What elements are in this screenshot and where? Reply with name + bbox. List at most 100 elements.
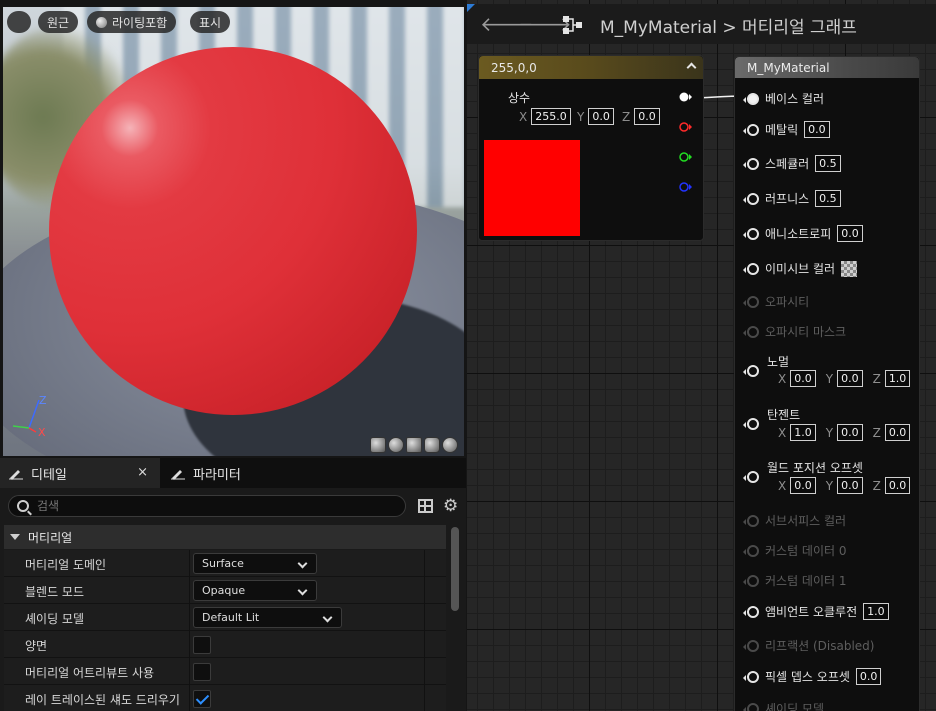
tab-parameters[interactable]: 파라미터	[162, 458, 342, 488]
breadcrumb-asset[interactable]: M_MyMaterial	[600, 18, 717, 38]
z-value[interactable]: 0.0	[634, 108, 660, 125]
material-domain-dropdown[interactable]: Surface	[193, 553, 317, 574]
viewport-menu-button[interactable]	[7, 11, 31, 33]
pin-opacity-mask: 오파시티 마스크	[743, 323, 846, 340]
pin-value[interactable]: 1.0	[863, 603, 889, 620]
cube-icon[interactable]	[424, 437, 440, 453]
pin-base-color[interactable]: 베이스 컬러	[743, 90, 824, 107]
pin-roughness[interactable]: 러프니스 0.5	[743, 190, 841, 207]
input-pin-icon[interactable]	[743, 123, 759, 136]
chevron-down-icon	[322, 612, 333, 623]
two-sided-checkbox[interactable]	[193, 636, 211, 654]
table-view-icon[interactable]	[418, 499, 433, 513]
z-value[interactable]: 0.0	[884, 424, 911, 441]
y-value[interactable]: 0.0	[837, 424, 863, 441]
constant3vector-node[interactable]: 255,0,0 상수 X 255.0 Y 0.0 Z 0.0	[478, 55, 704, 241]
z-field[interactable]: Z 0.0	[622, 108, 660, 125]
collapse-caret-icon[interactable]	[686, 62, 697, 73]
pin-value[interactable]: 0.5	[815, 155, 841, 172]
input-pin-icon[interactable]	[743, 471, 759, 483]
pin-pixel-depth-offset[interactable]: 픽셀 뎁스 오프셋 0.0	[743, 668, 882, 685]
pin-metallic[interactable]: 메탈릭 0.0	[743, 121, 830, 138]
y-value[interactable]: 0.0	[588, 108, 614, 125]
pin-anisotropy[interactable]: 애니소트로피 0.0	[743, 225, 863, 242]
input-pin-icon[interactable]	[743, 227, 759, 240]
details-search[interactable]	[8, 495, 406, 517]
pin-value[interactable]: 0.0	[837, 225, 863, 242]
pin-value[interactable]: 0.5	[815, 190, 841, 207]
pin-specular[interactable]: 스페큘러 0.5	[743, 155, 841, 172]
pin-ambient-occlusion[interactable]: 앰비언트 오클루전 1.0	[743, 603, 889, 620]
pin-tangent[interactable]	[743, 418, 759, 430]
node-header[interactable]: 255,0,0	[479, 56, 703, 79]
collapse-arrow-icon	[10, 534, 20, 540]
x-label: X	[778, 478, 787, 493]
pin-label: 애니소트로피	[765, 227, 832, 241]
input-pin-icon	[743, 702, 759, 711]
input-pin-icon[interactable]	[743, 365, 759, 377]
input-pin-icon[interactable]	[743, 157, 759, 170]
input-pin-icon[interactable]	[743, 605, 759, 618]
input-pin-icon[interactable]	[743, 670, 759, 683]
z-value[interactable]: 0.0	[884, 477, 911, 494]
checker-icon[interactable]	[841, 260, 858, 277]
node-title: M_MyMaterial	[747, 60, 830, 75]
preview-shape-bar	[370, 437, 458, 453]
property-label: 양면	[25, 639, 48, 653]
plane-icon[interactable]	[406, 437, 422, 453]
y-value[interactable]: 0.0	[837, 477, 863, 494]
shading-model-dropdown[interactable]: Default Lit	[193, 607, 342, 628]
preview-viewport[interactable]: 원근 라이팅포함 표시 Z X	[3, 7, 464, 456]
output-pin-r[interactable]	[679, 122, 692, 132]
input-pin-icon[interactable]	[743, 418, 759, 430]
pin-world-position-offset[interactable]	[743, 471, 759, 483]
search-input[interactable]	[37, 499, 377, 513]
output-pin-g[interactable]	[679, 152, 692, 162]
y-field[interactable]: Y 0.0	[577, 108, 614, 125]
material-result-node[interactable]: M_MyMaterial 베이스 컬러 메탈릭 0.0 스페큘러 0.5 러프니…	[734, 56, 920, 711]
lighting-mode-button[interactable]: 라이팅포함	[87, 11, 177, 33]
property-row: 머티리얼 어트리뷰트 사용	[4, 658, 446, 685]
y-label: Y	[825, 371, 834, 386]
node-header[interactable]: M_MyMaterial	[735, 57, 919, 78]
x-value[interactable]: 1.0	[790, 424, 816, 441]
pin-normal[interactable]	[743, 365, 759, 377]
breadcrumb-separator: >	[722, 18, 737, 38]
input-pin-icon[interactable]	[743, 92, 759, 105]
output-pin-rgb[interactable]	[679, 92, 692, 102]
cylinder-icon[interactable]	[370, 437, 386, 453]
section-material[interactable]: 머티리얼	[4, 525, 446, 549]
use-material-attributes-checkbox[interactable]	[193, 663, 211, 681]
details-scrollbar[interactable]	[451, 527, 459, 611]
pin-value[interactable]: 0.0	[804, 121, 830, 138]
y-label: Y	[577, 109, 585, 124]
pin-custom-data-1: 커스텀 데이터 1	[743, 572, 847, 589]
x-field[interactable]: X 255.0	[519, 108, 571, 125]
z-value[interactable]: 1.0	[884, 370, 911, 387]
cast-ray-traced-shadows-checkbox[interactable]	[193, 690, 211, 708]
node-title: 255,0,0	[491, 60, 537, 75]
tab-details[interactable]: 디테일 ×	[0, 458, 160, 488]
sphere-icon[interactable]	[388, 437, 404, 453]
x-value[interactable]: 255.0	[531, 108, 571, 125]
input-pin-icon[interactable]	[743, 262, 759, 275]
teapot-icon[interactable]	[442, 437, 458, 453]
tab-close-icon[interactable]: ×	[137, 465, 148, 480]
show-button[interactable]: 표시	[190, 11, 231, 33]
y-label: Y	[825, 478, 834, 493]
output-pin-b[interactable]	[679, 182, 692, 192]
input-pin-icon	[743, 639, 759, 652]
blend-mode-dropdown[interactable]: Opaque	[193, 580, 317, 601]
input-pin-icon[interactable]	[743, 192, 759, 205]
gear-icon[interactable]: ⚙	[443, 498, 458, 515]
pin-custom-data-0: 커스텀 데이터 0	[743, 542, 847, 559]
view-mode-button[interactable]: 원근	[38, 11, 79, 33]
y-value[interactable]: 0.0	[837, 370, 863, 387]
pencil-icon	[9, 470, 23, 480]
x-value[interactable]: 0.0	[790, 370, 816, 387]
x-value[interactable]: 0.0	[790, 477, 816, 494]
property-row: 양면	[4, 631, 446, 658]
pin-value[interactable]: 0.0	[855, 668, 882, 685]
pin-emissive-color[interactable]: 이미시브 컬러	[743, 260, 858, 277]
property-row: 블렌드 모드 Opaque	[4, 577, 446, 604]
